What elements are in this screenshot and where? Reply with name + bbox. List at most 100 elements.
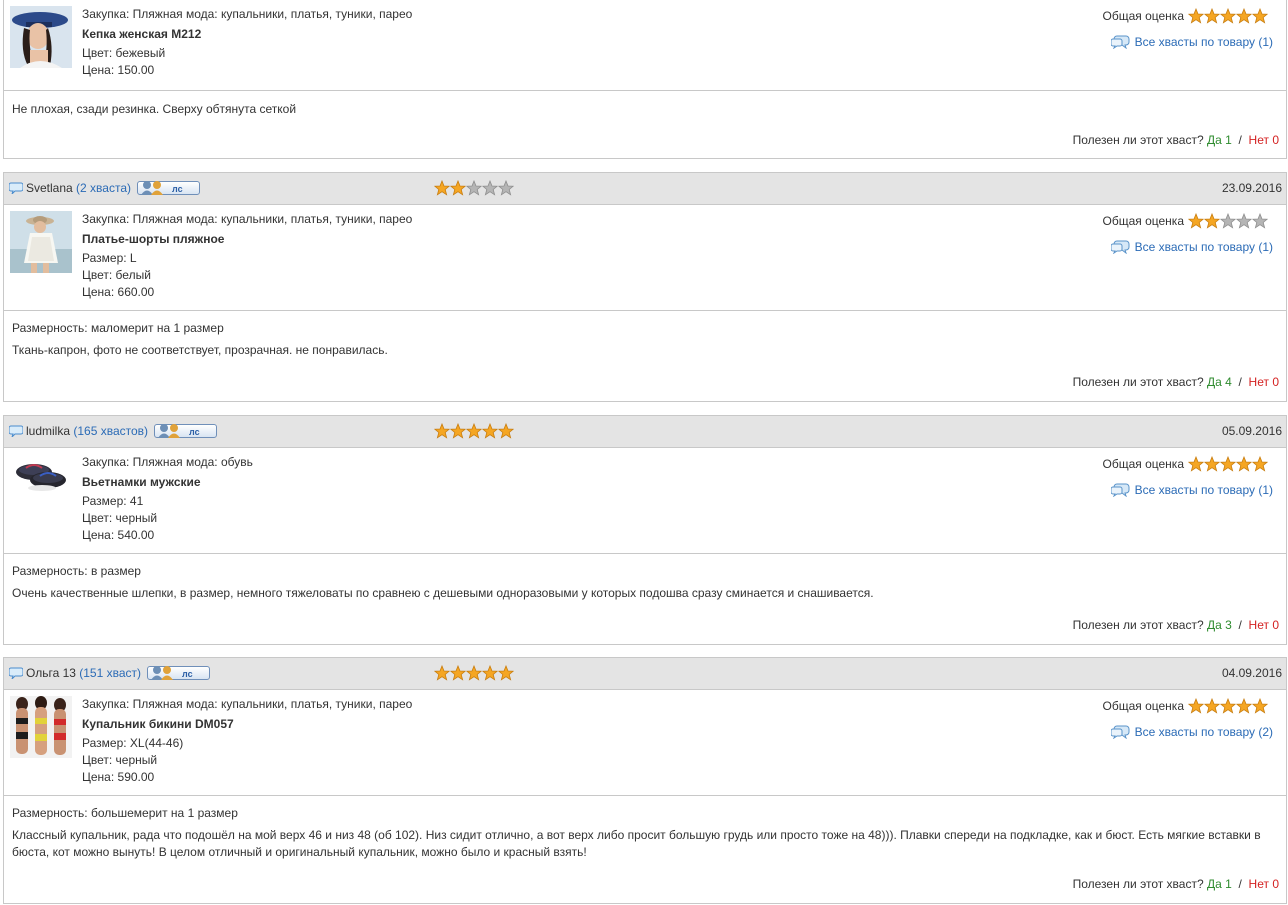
review-rating-stars xyxy=(434,180,514,196)
star-filled-icon xyxy=(482,423,498,439)
comments-icon xyxy=(1110,35,1130,49)
vote-yes-link[interactable]: Да 3 xyxy=(1207,618,1232,632)
star-filled-icon xyxy=(1236,8,1252,24)
purchase-label: Закупка: Пляжная мода: купальники, плать… xyxy=(82,7,413,21)
comment-bubble-icon xyxy=(9,667,23,679)
product-details: Закупка: Пляжная мода: купальники, плать… xyxy=(82,211,412,301)
all-reviews-link-text[interactable]: Все хвасты по товару (2) xyxy=(1135,725,1273,739)
star-filled-icon xyxy=(434,180,450,196)
star-filled-icon xyxy=(1220,456,1236,472)
product-thumbnail[interactable] xyxy=(10,454,72,516)
overall-rating-label: Общая оценка xyxy=(1102,457,1185,471)
star-empty-icon xyxy=(498,180,514,196)
review-date: 23.09.2016 xyxy=(1221,181,1282,195)
review-header: Svetlana (2 хваста) лс 23.09.2016 xyxy=(4,173,1286,205)
product-price: Цена: 150.00 xyxy=(82,63,155,77)
star-filled-icon xyxy=(434,665,450,681)
helpful-question: Полезен ли этот хваст? xyxy=(1072,877,1204,891)
author-posts-link[interactable]: (151 хваст) xyxy=(79,666,141,680)
product-price: Цена: 540.00 xyxy=(82,528,155,542)
product-title[interactable]: Вьетнамки мужские xyxy=(82,474,253,491)
vote-separator: / xyxy=(1238,618,1242,632)
all-reviews-link[interactable]: Все хвасты по товару (1) xyxy=(1110,239,1273,254)
review-rating-stars xyxy=(434,665,514,681)
star-filled-icon xyxy=(1188,456,1204,472)
product-thumbnail[interactable] xyxy=(10,6,72,68)
product-info: Закупка: Пляжная мода: купальники, плать… xyxy=(4,690,1286,796)
product-thumbnail[interactable] xyxy=(10,211,72,273)
product-details: Закупка: Пляжная мода: обувь Вьетнамки м… xyxy=(82,454,253,544)
all-reviews-link[interactable]: Все хвасты по товару (2) xyxy=(1110,724,1273,739)
helpful-vote: Полезен ли этот хваст? Да 1 / Нет 0 xyxy=(1073,133,1279,147)
author-name[interactable]: Svetlana xyxy=(26,181,73,195)
star-filled-icon xyxy=(1220,698,1236,714)
vote-yes-link[interactable]: Да 4 xyxy=(1207,375,1232,389)
users-icon xyxy=(151,666,174,680)
vote-no-link[interactable]: Нет 0 xyxy=(1249,375,1279,389)
star-empty-icon xyxy=(482,180,498,196)
overall-rating-stars xyxy=(1188,456,1268,472)
private-message-label: лс xyxy=(189,427,200,437)
vote-yes-link[interactable]: Да 1 xyxy=(1207,877,1232,891)
star-filled-icon xyxy=(498,665,514,681)
product-title[interactable]: Платье-шорты пляжное xyxy=(82,231,412,248)
star-filled-icon xyxy=(1188,698,1204,714)
comment-bubble-icon xyxy=(9,425,23,437)
vote-no-link[interactable]: Нет 0 xyxy=(1249,133,1279,147)
review-fit: Размерность: большемерит на 1 размер xyxy=(12,806,238,820)
review-body: Размерность: в размер Очень качественные… xyxy=(4,554,1286,644)
review-text: Ткань-капрон, фото не соответствует, про… xyxy=(12,343,388,357)
helpful-vote: Полезен ли этот хваст? Да 3 / Нет 0 xyxy=(1073,618,1279,632)
star-empty-icon xyxy=(1236,213,1252,229)
vote-yes-link[interactable]: Да 1 xyxy=(1207,133,1232,147)
private-message-button[interactable]: лс xyxy=(147,666,211,680)
comments-icon xyxy=(1110,240,1130,254)
product-info: Закупка: Пляжная мода: обувь Вьетнамки м… xyxy=(4,448,1286,554)
author-posts-link[interactable]: (2 хваста) xyxy=(76,181,131,195)
review-card: Svetlana (2 хваста) лс 23.09.2016 Закупк… xyxy=(3,172,1287,402)
review-header: Ольга 13 (151 хваст) лс 04.09.2016 xyxy=(4,658,1286,690)
comments-icon xyxy=(1110,725,1130,739)
comment-bubble-icon xyxy=(9,182,23,194)
vote-separator: / xyxy=(1238,133,1242,147)
product-price: Цена: 660.00 xyxy=(82,285,155,299)
star-filled-icon xyxy=(450,180,466,196)
all-reviews-link[interactable]: Все хвасты по товару (1) xyxy=(1110,482,1273,497)
star-filled-icon xyxy=(1204,456,1220,472)
private-message-button[interactable]: лс xyxy=(137,181,200,195)
product-color: Цвет: бежевый xyxy=(82,46,166,60)
review-card: ludmilka (165 хвастов) лс 05.09.2016 Зак… xyxy=(3,415,1287,645)
author-posts-link[interactable]: (165 хвастов) xyxy=(73,424,148,438)
product-color: Цвет: черный xyxy=(82,753,158,767)
purchase-label: Закупка: Пляжная мода: купальники, плать… xyxy=(82,697,413,711)
star-filled-icon xyxy=(1188,213,1204,229)
helpful-question: Полезен ли этот хваст? xyxy=(1072,618,1204,632)
overall-rating: Общая оценка xyxy=(1103,698,1268,714)
product-thumbnail[interactable] xyxy=(10,696,72,758)
star-filled-icon xyxy=(466,665,482,681)
star-filled-icon xyxy=(498,423,514,439)
private-message-button[interactable]: лс xyxy=(154,424,218,438)
all-reviews-link-text[interactable]: Все хвасты по товару (1) xyxy=(1135,483,1273,497)
all-reviews-link-text[interactable]: Все хвасты по товару (1) xyxy=(1135,35,1273,49)
review-body: Размерность: маломерит на 1 размер Ткань… xyxy=(4,311,1286,401)
author-name[interactable]: ludmilka xyxy=(26,424,70,438)
product-details: Закупка: Пляжная мода: купальники, плать… xyxy=(82,696,412,786)
helpful-vote: Полезен ли этот хваст? Да 4 / Нет 0 xyxy=(1073,375,1279,389)
all-reviews-link-text[interactable]: Все хвасты по товару (1) xyxy=(1135,240,1273,254)
vote-no-link[interactable]: Нет 0 xyxy=(1249,618,1279,632)
purchase-label: Закупка: Пляжная мода: купальники, плать… xyxy=(82,212,413,226)
all-reviews-link[interactable]: Все хвасты по товару (1) xyxy=(1110,34,1273,49)
review-card: Закупка: Пляжная мода: купальники, плать… xyxy=(3,0,1287,159)
star-filled-icon xyxy=(434,423,450,439)
vote-no-link[interactable]: Нет 0 xyxy=(1249,877,1279,891)
review-author: ludmilka (165 хвастов) лс xyxy=(9,424,218,438)
overall-rating-label: Общая оценка xyxy=(1102,9,1185,23)
product-title[interactable]: Купальник бикини DM057 xyxy=(82,716,412,733)
purchase-label: Закупка: Пляжная мода: обувь xyxy=(82,455,253,469)
star-filled-icon xyxy=(1220,8,1236,24)
author-name[interactable]: Ольга 13 xyxy=(26,666,76,680)
product-title[interactable]: Кепка женская М212 xyxy=(82,26,412,43)
private-message-label: лс xyxy=(172,184,183,194)
product-color: Цвет: черный xyxy=(82,511,158,525)
